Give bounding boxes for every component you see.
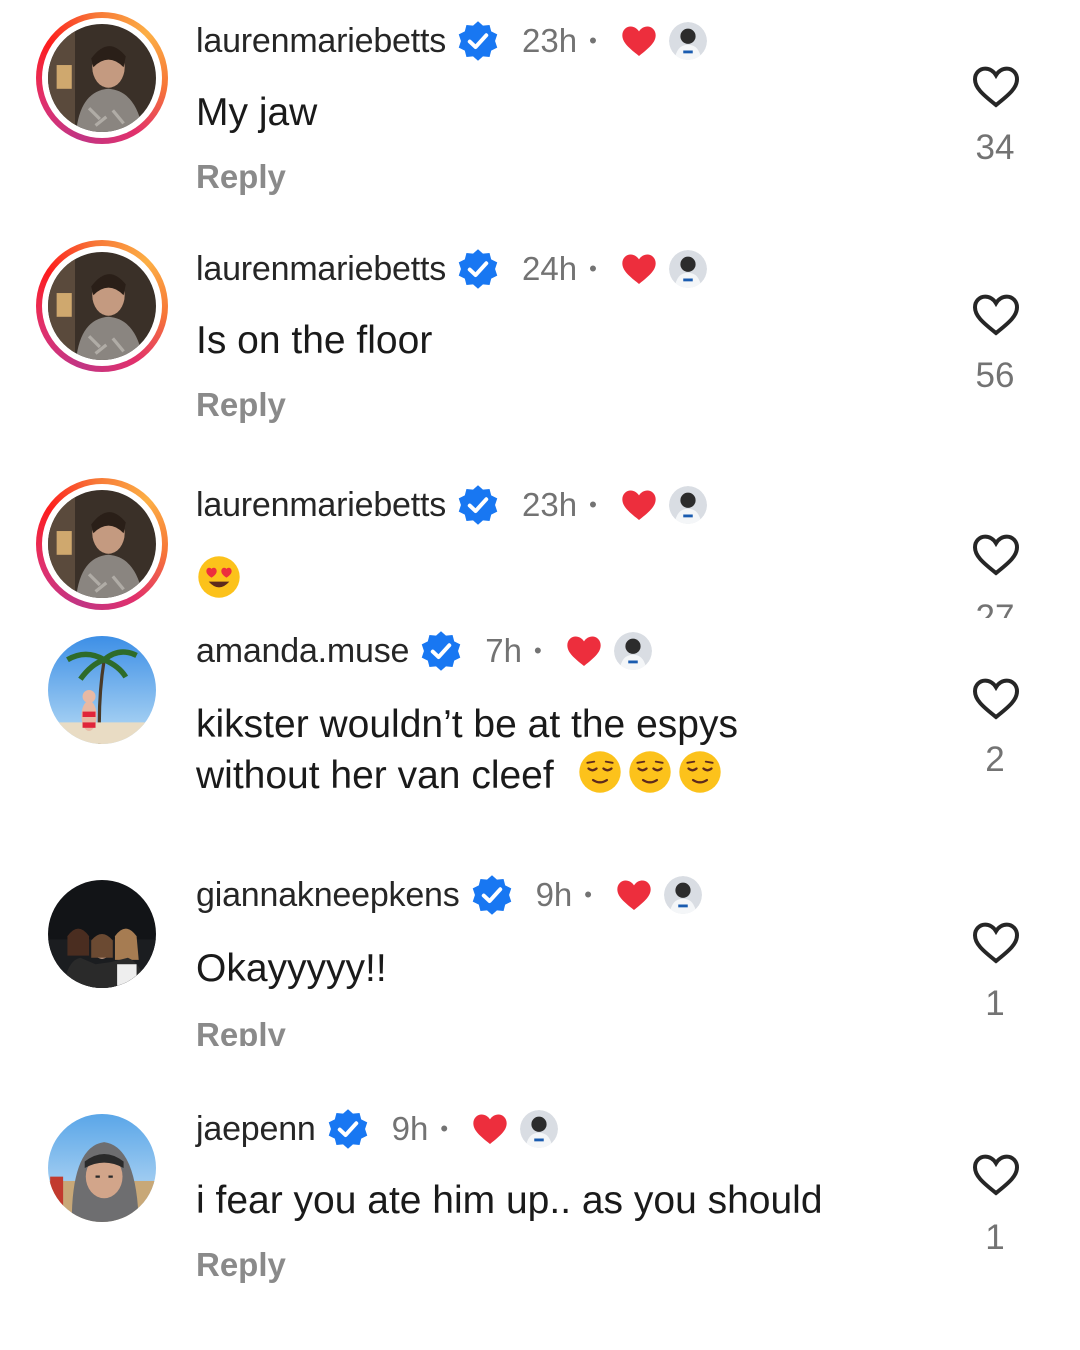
reply-button[interactable]: Reply xyxy=(196,1246,286,1284)
reply-button-label: Reply xyxy=(196,1016,286,1046)
username[interactable]: laurenmariebetts xyxy=(196,250,446,289)
comment-text: Is on the floor xyxy=(196,319,433,362)
comment-header: laurenmariebetts 23h • xyxy=(196,18,707,64)
like-count: 27 xyxy=(945,596,1045,618)
timestamp: 23h xyxy=(522,22,578,59)
separator-dot: • xyxy=(589,28,597,53)
like-count: 2 xyxy=(985,740,1005,779)
username[interactable]: giannakneepkens xyxy=(196,876,460,915)
verified-badge-icon xyxy=(419,629,463,673)
like-count: 34 xyxy=(975,128,1015,167)
relieved-face-emoji-icon xyxy=(627,749,673,795)
like-heart-icon[interactable] xyxy=(970,1150,1022,1198)
creator-avatar-icon xyxy=(520,1110,559,1148)
relieved-emoji-string: 😌😌😌 xyxy=(565,749,568,798)
comments-list: laurenmariebetts 23h • My jaw Reply 34 l… xyxy=(0,0,1080,1350)
comment-text-line: kikster wouldn’t be at the espys xyxy=(196,703,738,746)
comment-text: kikster wouldn’t be at the espys without… xyxy=(196,700,896,800)
like-count-value: 27 xyxy=(975,598,1015,618)
comment-text: 😍 xyxy=(196,554,197,555)
username[interactable]: laurenmariebetts xyxy=(196,22,446,61)
like-heart-icon[interactable] xyxy=(970,62,1022,110)
creator-liked-heart-icon xyxy=(619,249,659,289)
comment-header: jaepenn 9h • xyxy=(196,1106,559,1152)
creator-liked-heart-icon xyxy=(614,875,654,915)
comment-text: i fear you ate him up.. as you should xyxy=(196,1179,823,1222)
verified-badge-icon xyxy=(456,19,500,63)
like-heart-icon[interactable] xyxy=(970,530,1022,578)
like-heart-icon[interactable] xyxy=(970,918,1022,966)
user-avatar[interactable] xyxy=(48,636,156,744)
like-heart-icon[interactable] xyxy=(970,290,1022,338)
comment-header: amanda.muse 7h • xyxy=(196,628,652,674)
username[interactable]: jaepenn xyxy=(196,1110,316,1149)
user-avatar[interactable] xyxy=(48,880,156,988)
username[interactable]: amanda.muse xyxy=(196,632,409,671)
comment-emoji xyxy=(196,554,896,605)
separator-dot: • xyxy=(589,256,597,281)
timestamp: 9h xyxy=(535,876,573,913)
creator-liked-heart-icon xyxy=(470,1109,510,1149)
creator-avatar-icon xyxy=(668,22,707,60)
verified-badge-icon xyxy=(456,247,500,291)
reply-button[interactable]: Reply xyxy=(196,158,286,196)
creator-avatar-icon xyxy=(663,876,702,914)
timestamp: 9h xyxy=(391,1110,429,1147)
username[interactable]: laurenmariebetts xyxy=(196,486,446,525)
like-count: 1 xyxy=(985,1218,1005,1257)
creator-liked-heart-icon xyxy=(564,631,604,671)
separator-dot: • xyxy=(584,882,592,907)
comment-text-line: without her van cleef 😌😌😌 xyxy=(196,749,896,800)
like-heart-icon[interactable] xyxy=(970,674,1022,722)
verified-badge-icon xyxy=(470,873,514,917)
creator-avatar-icon xyxy=(668,486,707,524)
timestamp: 23h xyxy=(522,486,578,523)
verified-badge-icon xyxy=(326,1107,370,1151)
creator-liked-heart-icon xyxy=(619,485,659,525)
relieved-face-emoji-icon xyxy=(677,749,723,795)
verified-badge-icon xyxy=(456,483,500,527)
like-count: 56 xyxy=(975,356,1015,395)
user-avatar[interactable] xyxy=(36,12,168,144)
heart-eyes-emoji-icon xyxy=(196,554,242,600)
comment-header: laurenmariebetts 23h • xyxy=(196,482,707,528)
like-count: 1 xyxy=(985,984,1005,1023)
creator-avatar-icon xyxy=(668,250,707,288)
comment-text: My jaw xyxy=(196,91,318,134)
separator-dot: • xyxy=(440,1116,449,1141)
comment-text-line-words: without her van cleef xyxy=(196,754,554,797)
user-avatar[interactable] xyxy=(48,1114,156,1222)
user-avatar[interactable] xyxy=(36,240,168,372)
reply-button[interactable]: Reply xyxy=(196,386,286,424)
relieved-face-emoji-icon xyxy=(577,749,623,795)
creator-liked-heart-icon xyxy=(619,21,659,61)
separator-dot: • xyxy=(533,638,542,663)
reply-button[interactable]: Reply xyxy=(196,1016,286,1046)
timestamp: 24h xyxy=(522,250,578,287)
comment-header: laurenmariebetts 24h • xyxy=(196,246,707,292)
timestamp: 7h xyxy=(485,632,522,669)
comment-header: giannakneepkens 9h • xyxy=(196,872,702,918)
comment-text: Okayyyyy!! xyxy=(196,947,387,990)
creator-avatar-icon xyxy=(613,632,652,670)
user-avatar[interactable] xyxy=(36,478,168,610)
separator-dot: • xyxy=(589,492,597,517)
